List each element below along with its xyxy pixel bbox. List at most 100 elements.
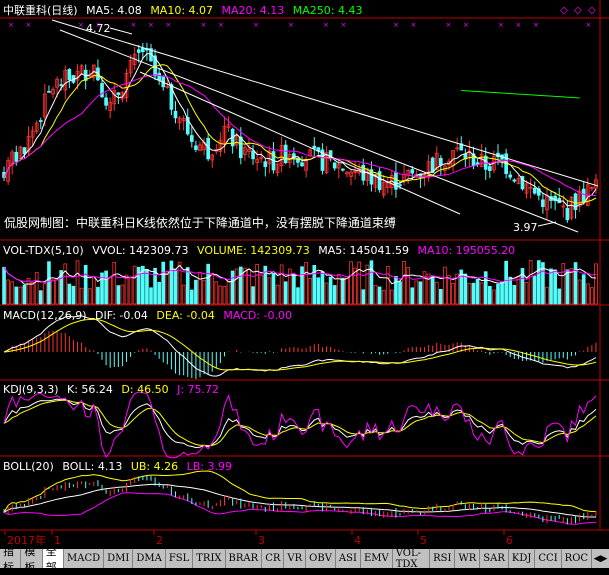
j-value: J: 75.72 xyxy=(177,383,220,396)
chart-stage[interactable]: ◇ ◇ ◇ × × × × × × × × × × × × × × × × × × × × × 2017年 1 2 3 4 5 6 中联重科… xyxy=(0,0,609,568)
volume-bar xyxy=(18,286,23,305)
ma250-line xyxy=(461,90,580,99)
candle-body xyxy=(173,110,178,119)
volume-bar xyxy=(47,261,51,305)
boll-legend: BOLL(20) BOLL: 4.13 UB: 4.26 LB: 3.99 xyxy=(3,460,237,473)
volume-bar xyxy=(345,275,349,305)
corner-marker-1: ◇ xyxy=(574,5,582,16)
tab-cr[interactable]: CR xyxy=(262,549,285,568)
volume-bar xyxy=(394,275,398,305)
event-marker: × xyxy=(516,21,522,29)
volume-bar xyxy=(296,287,300,305)
volume-bar xyxy=(451,282,455,305)
volume-bar xyxy=(565,269,570,305)
volume-bar xyxy=(341,277,345,305)
tab-vol-tdx[interactable]: VOL-TDX xyxy=(393,548,431,570)
volume-bar xyxy=(153,267,157,305)
volume-bar xyxy=(10,281,15,305)
tab-kdj[interactable]: KDJ xyxy=(509,549,536,568)
tab-emv[interactable]: EMV xyxy=(361,549,393,568)
tab-sar[interactable]: SAR xyxy=(480,549,509,568)
tab-roc[interactable]: ROC xyxy=(562,549,593,568)
volume-bar xyxy=(467,283,472,305)
kdj-name: KDJ(9,3,3) xyxy=(3,383,59,396)
volume-bar xyxy=(365,264,370,305)
tab-模板[interactable]: 模板 xyxy=(21,545,43,574)
event-marker: × xyxy=(288,21,294,29)
volume-bar xyxy=(83,264,88,305)
volume-bar xyxy=(398,281,402,305)
volume-bar xyxy=(279,264,284,305)
tab-rsi[interactable]: RSI xyxy=(430,549,456,568)
candle-body xyxy=(104,97,108,106)
tab-cci[interactable]: CCI xyxy=(535,549,562,568)
volume-bar xyxy=(385,266,390,305)
tab-scroll-arrows-icon[interactable]: ◀▶ xyxy=(592,549,609,568)
volume-bar xyxy=(447,275,451,305)
volume-bar xyxy=(487,286,492,305)
high-arrow xyxy=(109,27,133,35)
volume-bar xyxy=(6,279,10,305)
tab-指标[interactable]: 指标 xyxy=(0,545,22,574)
tab-dmi[interactable]: DMI xyxy=(104,549,134,568)
tab-fsl[interactable]: FSL xyxy=(166,549,194,568)
low-price-label: 3.97 xyxy=(513,221,538,234)
volume-bar xyxy=(75,260,80,305)
volume-bar xyxy=(532,275,537,305)
candle-body xyxy=(141,47,145,53)
event-marker: × xyxy=(463,21,469,29)
candle-body xyxy=(398,184,402,187)
volume-bar xyxy=(51,279,55,305)
volume-bar xyxy=(557,288,562,305)
volume-bar xyxy=(234,268,239,305)
tab-全部[interactable]: 全部 xyxy=(42,545,64,574)
candle-body xyxy=(283,144,288,164)
volume-bar xyxy=(414,280,419,305)
volume-bar xyxy=(251,286,255,305)
volume-bar xyxy=(308,277,313,305)
tab-dma[interactable]: DMA xyxy=(133,549,166,568)
k-value: K: 56.24 xyxy=(67,383,113,396)
time-axis-label: 4 xyxy=(354,534,361,547)
candle-body xyxy=(332,162,337,169)
volume-bar xyxy=(418,281,423,305)
volume-bar xyxy=(353,267,357,305)
tab-asi[interactable]: ASI xyxy=(336,549,361,568)
tab-obv[interactable]: OBV xyxy=(306,549,336,568)
ma5-legend: MA5: 4.08 xyxy=(86,4,142,17)
candle-body xyxy=(581,188,586,203)
tab-wr[interactable]: WR xyxy=(455,549,481,568)
volume-bar xyxy=(226,281,231,305)
tab-macd[interactable]: MACD xyxy=(64,549,105,568)
macd-legend: MACD(12,26,9) DIF: -0.04 DEA: -0.04 MACD… xyxy=(3,309,297,322)
volume-bar xyxy=(198,272,202,305)
d-value: D: 46.50 xyxy=(121,383,169,396)
candle-body xyxy=(532,187,537,194)
volume-bar xyxy=(96,286,100,305)
volume-bar xyxy=(161,261,166,305)
vol-name: VOL-TDX(5,10) xyxy=(3,244,84,257)
volume-bar xyxy=(275,284,280,305)
candle-body xyxy=(487,166,492,171)
volume-bar xyxy=(71,285,76,305)
tab-trix[interactable]: TRIX xyxy=(193,549,226,568)
volume-bar xyxy=(173,269,178,305)
candle-body xyxy=(47,90,51,93)
candle-body xyxy=(508,174,513,178)
ma10-legend: MA10: 4.07 xyxy=(150,4,214,17)
volume-bar xyxy=(104,270,108,305)
volume-value: VOLUME: 142309.73 xyxy=(197,244,310,257)
volume-bar xyxy=(230,270,235,305)
kdj-legend: KDJ(9,3,3) K: 56.24 D: 46.50 J: 75.72 xyxy=(3,383,224,396)
event-marker: × xyxy=(148,21,154,29)
volume-bar xyxy=(38,290,43,305)
macd-value: MACD: -0.00 xyxy=(223,309,292,322)
event-marker: × xyxy=(166,21,172,29)
tab-brar[interactable]: BRAR xyxy=(226,549,263,568)
time-axis-label: 5 xyxy=(420,534,427,547)
volume-bar xyxy=(259,274,264,305)
volume-bar xyxy=(202,279,206,305)
tab-vr[interactable]: VR xyxy=(284,549,307,568)
volume-bar xyxy=(22,284,27,305)
volume-bar xyxy=(177,261,182,305)
